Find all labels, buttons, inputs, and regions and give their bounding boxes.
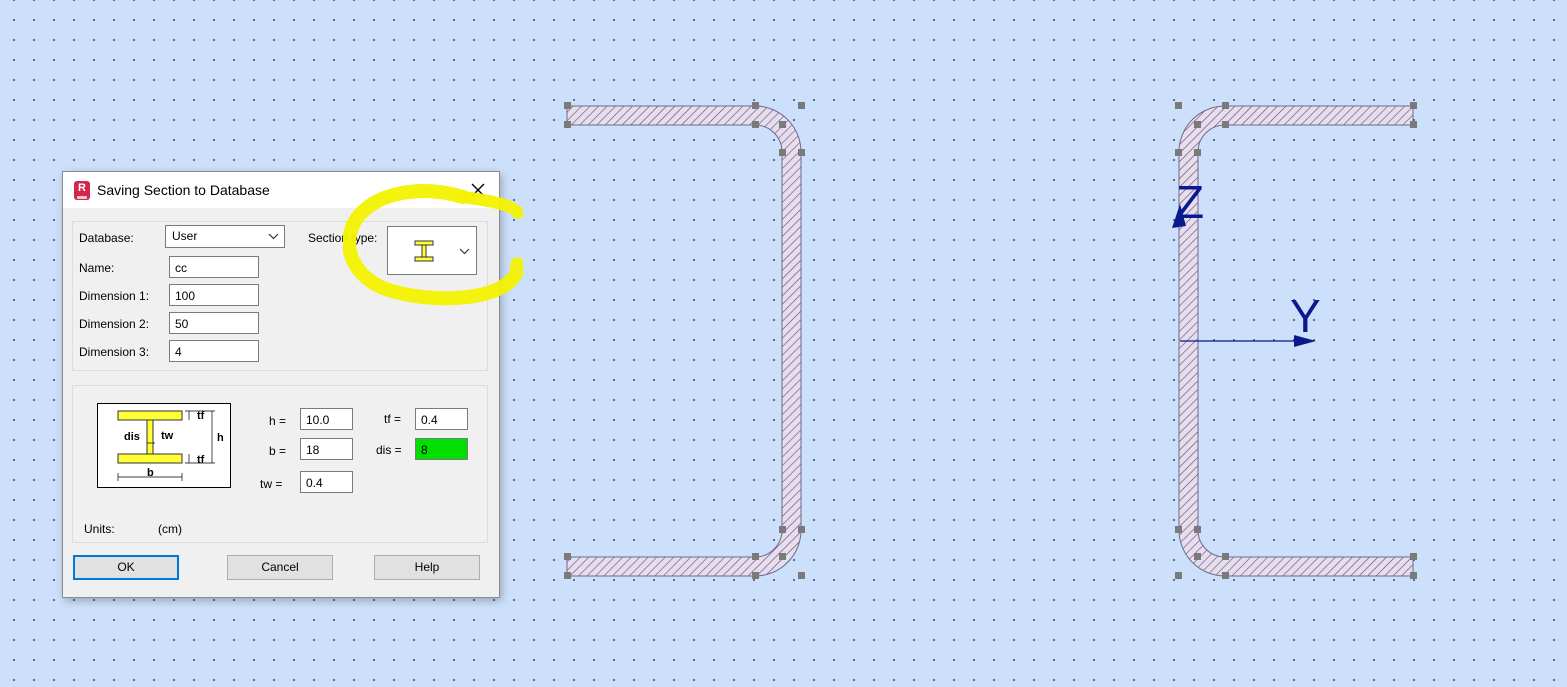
diagram-tw-label: tw [161, 430, 174, 442]
i-section-diagram: tf tf h tw dis b [97, 403, 231, 488]
diagram-tf-bottom-label: tf [197, 454, 205, 466]
ok-button[interactable]: OK [73, 555, 179, 580]
dimension-2-field[interactable]: 50 [169, 312, 259, 334]
b-field[interactable]: 18 [300, 438, 353, 460]
dimension-2-label: Dimension 2: [79, 317, 150, 331]
h-label: h = [269, 414, 287, 428]
z-axis-label: Z [1176, 176, 1204, 228]
dis-field[interactable]: 8 [415, 438, 468, 460]
dis-label: dis = [376, 443, 402, 457]
tw-field[interactable]: 0.4 [300, 471, 353, 493]
database-select[interactable]: User [165, 225, 285, 248]
diagram-b-label: b [147, 467, 154, 479]
yellow-annotation-circle [343, 184, 523, 306]
units-value: (cm) [158, 522, 182, 536]
diagram-h-label: h [217, 432, 224, 444]
dimension-1-label: Dimension 1: [79, 289, 150, 303]
database-label: Database: [79, 231, 134, 245]
dialog-title: Saving Section to Database [97, 182, 270, 198]
dimension-3-label: Dimension 3: [79, 345, 150, 359]
help-button[interactable]: Help [374, 555, 480, 580]
left-section-grips[interactable] [564, 102, 805, 579]
left-section-shape[interactable] [564, 102, 805, 579]
diagram-dis-label: dis [124, 431, 140, 443]
database-select-value: User [172, 229, 198, 243]
dimension-1-field[interactable]: 100 [169, 284, 259, 306]
h-field[interactable]: 10.0 [300, 408, 353, 430]
b-label: b = [269, 444, 287, 458]
chevron-down-icon [268, 233, 279, 240]
name-label: Name: [79, 261, 115, 275]
tf-label: tf = [384, 412, 402, 426]
y-axis-label: Y [1290, 290, 1321, 342]
diagram-tf-top-label: tf [197, 410, 205, 422]
app-logo-icon: R [74, 181, 90, 200]
dimension-3-field[interactable]: 4 [169, 340, 259, 362]
name-field[interactable]: cc [169, 256, 259, 278]
units-label: Units: [84, 522, 115, 536]
tf-field[interactable]: 0.4 [415, 408, 468, 430]
cancel-button[interactable]: Cancel [227, 555, 333, 580]
tw-label: tw = [260, 477, 283, 491]
